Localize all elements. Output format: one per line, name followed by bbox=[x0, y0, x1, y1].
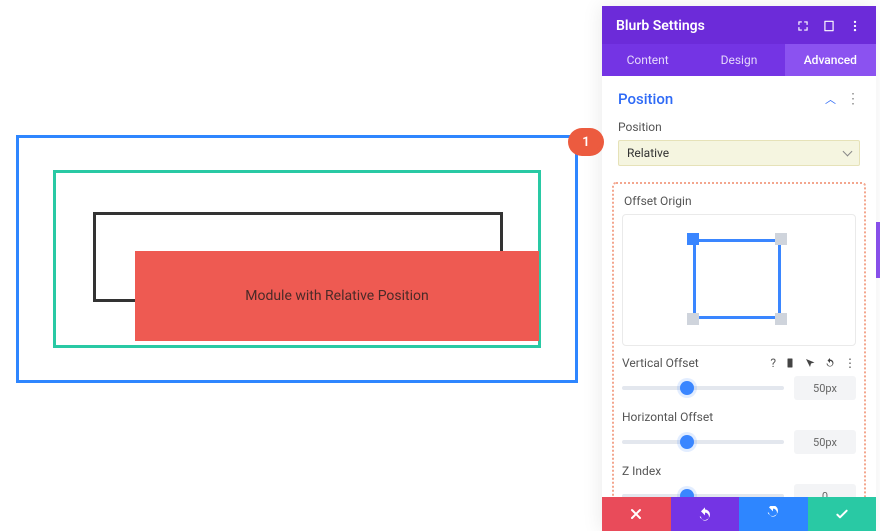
undo-icon bbox=[697, 506, 713, 522]
section-more-icon[interactable]: ⋮ bbox=[846, 92, 860, 106]
reset-icon[interactable] bbox=[824, 357, 836, 369]
slider-thumb[interactable] bbox=[680, 489, 694, 497]
vertical-offset-slider[interactable] bbox=[622, 386, 784, 390]
vertical-offset-row: Vertical Offset ? ⋮ 50px bbox=[622, 356, 856, 400]
collapse-icon[interactable]: ︿ bbox=[825, 91, 836, 107]
z-index-label: Z Index bbox=[622, 464, 661, 478]
position-select[interactable]: Relative bbox=[618, 140, 860, 166]
redo-button[interactable] bbox=[739, 497, 808, 531]
slider-thumb[interactable] bbox=[680, 381, 694, 395]
position-select-value: Relative bbox=[627, 146, 669, 160]
z-index-slider[interactable] bbox=[622, 494, 784, 497]
horizontal-offset-slider[interactable] bbox=[622, 440, 784, 444]
tab-advanced[interactable]: Advanced bbox=[785, 44, 876, 76]
preview-canvas: Module with Relative Position bbox=[16, 135, 578, 383]
horizontal-offset-value[interactable]: 50px bbox=[794, 430, 856, 454]
tablet-icon[interactable] bbox=[822, 19, 836, 33]
panel-header-actions bbox=[796, 19, 862, 33]
tab-design[interactable]: Design bbox=[693, 44, 784, 76]
slider-thumb[interactable] bbox=[680, 435, 694, 449]
horizontal-offset-row: Horizontal Offset 50px bbox=[622, 410, 856, 454]
panel-footer bbox=[602, 497, 876, 531]
origin-top-left[interactable] bbox=[687, 233, 699, 245]
horizontal-offset-label: Horizontal Offset bbox=[622, 410, 713, 424]
step-number: 1 bbox=[582, 135, 589, 150]
close-icon bbox=[628, 506, 644, 522]
undo-button[interactable] bbox=[671, 497, 740, 531]
origin-top-right[interactable] bbox=[775, 233, 787, 245]
panel-tabs: Content Design Advanced bbox=[602, 44, 876, 76]
expand-icon[interactable] bbox=[796, 19, 810, 33]
origin-bottom-left[interactable] bbox=[687, 313, 699, 325]
panel-edge-indicator bbox=[876, 222, 880, 278]
section-actions: ︿ ⋮ bbox=[825, 91, 860, 107]
tab-content[interactable]: Content bbox=[602, 44, 693, 76]
vertical-offset-label: Vertical Offset bbox=[622, 356, 699, 370]
panel-title: Blurb Settings bbox=[616, 18, 705, 34]
preview-module[interactable]: Module with Relative Position bbox=[135, 251, 539, 341]
position-label: Position bbox=[618, 120, 860, 134]
panel-body: Position ︿ ⋮ Position Relative Offset Or… bbox=[602, 76, 876, 497]
vertical-offset-value[interactable]: 50px bbox=[794, 376, 856, 400]
save-button[interactable] bbox=[808, 497, 877, 531]
cancel-button[interactable] bbox=[602, 497, 671, 531]
device-icon[interactable] bbox=[784, 357, 796, 369]
section-header[interactable]: Position ︿ ⋮ bbox=[602, 76, 876, 116]
position-field: Position Relative bbox=[602, 116, 876, 176]
step-badge: 1 bbox=[568, 128, 604, 156]
redo-icon bbox=[765, 506, 781, 522]
panel-header: Blurb Settings bbox=[602, 6, 876, 44]
z-index-value[interactable]: 0 bbox=[794, 484, 856, 497]
settings-panel: Blurb Settings Content Design Advanced P… bbox=[602, 6, 876, 531]
more-icon[interactable] bbox=[848, 19, 862, 33]
offset-origin-label: Offset Origin bbox=[624, 194, 856, 208]
z-index-row: Z Index 0 bbox=[622, 464, 856, 497]
position-highlight-group: Offset Origin Vertical Offset ? ⋮ bbox=[612, 182, 866, 497]
preview-module-label: Module with Relative Position bbox=[245, 288, 429, 304]
check-icon bbox=[834, 506, 850, 522]
origin-bottom-right[interactable] bbox=[775, 313, 787, 325]
section-title: Position bbox=[618, 90, 673, 108]
field-more-icon[interactable]: ⋮ bbox=[844, 356, 856, 370]
vertical-offset-tools: ? ⋮ bbox=[770, 356, 856, 370]
offset-origin-control[interactable] bbox=[622, 214, 856, 346]
help-icon[interactable]: ? bbox=[770, 356, 776, 370]
offset-origin-frame bbox=[693, 239, 781, 319]
hover-icon[interactable] bbox=[804, 357, 816, 369]
